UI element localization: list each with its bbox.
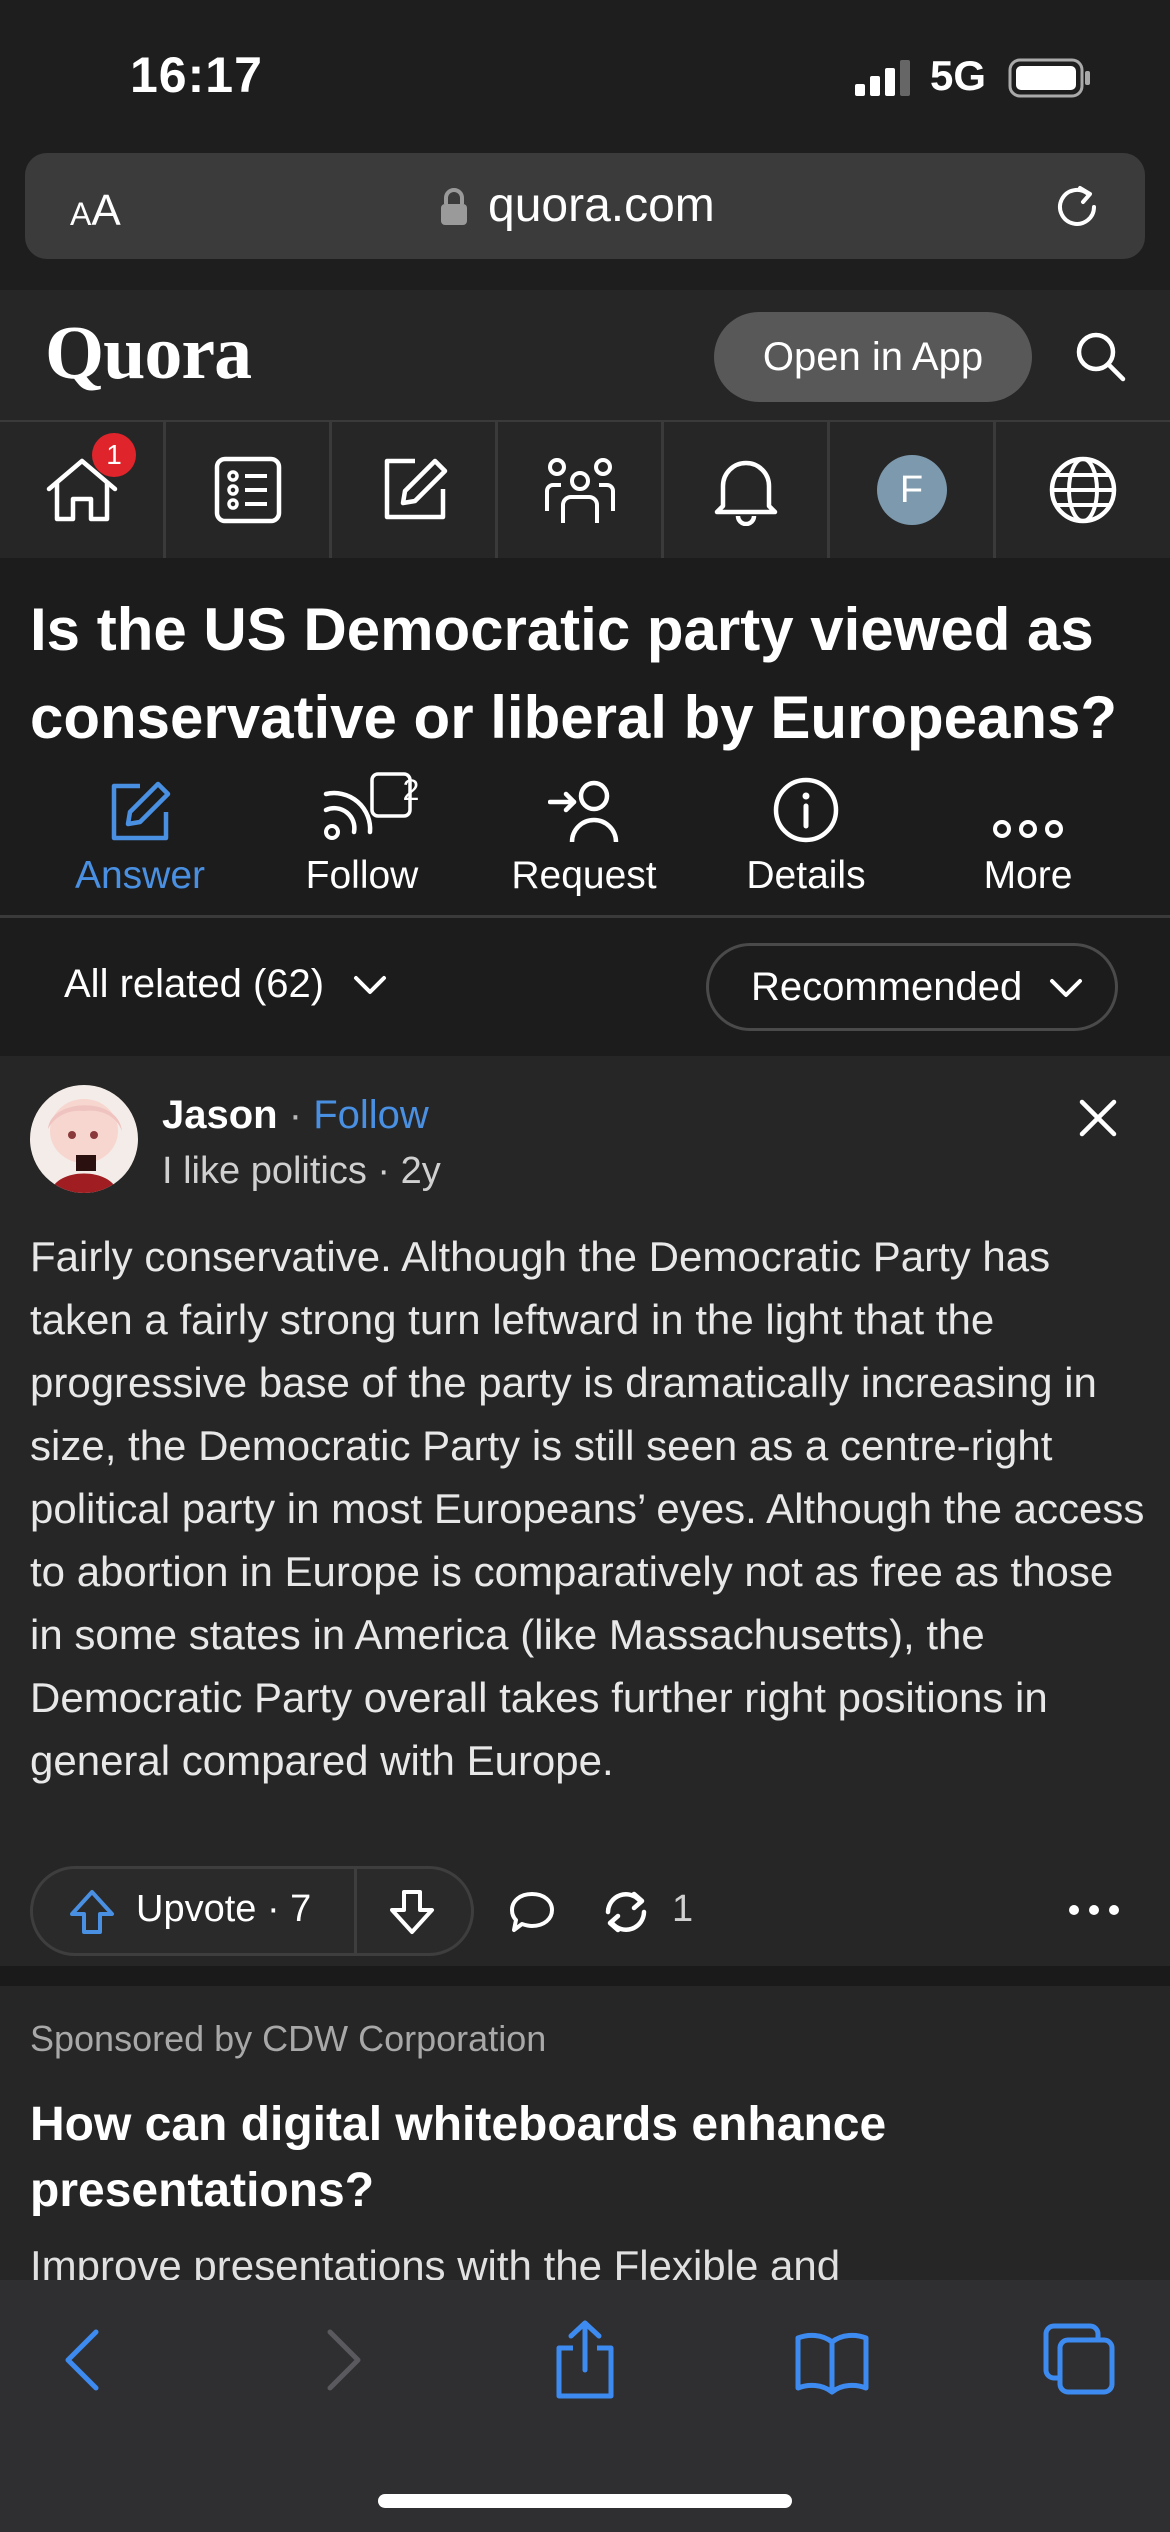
reshare-icon[interactable]: [600, 1886, 652, 1938]
upvote-button[interactable]: Upvote · 7: [136, 1888, 311, 1931]
overflow-menu-icon[interactable]: [1068, 1900, 1120, 1920]
bookmarks-icon[interactable]: [792, 2320, 872, 2400]
answer-label: Answer: [74, 854, 206, 897]
follow-label: Follow: [305, 854, 419, 897]
notification-badge: 1: [92, 433, 136, 477]
share-icon[interactable]: [545, 2320, 625, 2400]
forward-icon[interactable]: [300, 2320, 380, 2400]
more-label: More: [983, 854, 1073, 897]
battery-icon: [1008, 58, 1092, 98]
follow-count: 2: [402, 774, 420, 807]
all-related-dropdown[interactable]: All related (62): [64, 962, 387, 1007]
status-time: 16:17: [130, 47, 263, 103]
nav-notifications[interactable]: [664, 422, 830, 558]
section-separator: [0, 1966, 1170, 1986]
all-related-label: All related (62): [64, 962, 325, 1006]
downvote-arrow-icon[interactable]: [388, 1888, 436, 1936]
separator-dot: ·: [288, 1093, 303, 1137]
sort-dropdown[interactable]: Recommended: [706, 943, 1118, 1031]
author-credential: I like politics · 2y: [162, 1150, 441, 1192]
details-label: Details: [746, 854, 866, 897]
bell-icon: [711, 454, 781, 526]
nav-write[interactable]: [332, 422, 498, 558]
open-in-app-button[interactable]: Open in App: [714, 312, 1032, 402]
url-text[interactable]: quora.com: [488, 178, 715, 233]
network-type: 5G: [930, 52, 987, 99]
answer-text: Fairly conservative. Although the Democr…: [30, 1233, 1145, 1784]
home-indicator: [378, 2494, 792, 2508]
quora-logo[interactable]: Quora: [45, 310, 252, 397]
profile-avatar: F: [876, 455, 947, 525]
author-name[interactable]: Jason: [162, 1093, 278, 1137]
ad-title[interactable]: How can digital whiteboards enhance pres…: [30, 2092, 1130, 2224]
globe-icon: [1048, 455, 1118, 525]
spaces-icon: [543, 453, 617, 527]
answer-list-icon: [213, 455, 283, 525]
nav-language[interactable]: [996, 422, 1170, 558]
request-icon: [548, 778, 620, 844]
comment-icon[interactable]: [508, 1888, 556, 1936]
nav-home[interactable]: [0, 422, 166, 558]
chevron-down-icon: [1049, 978, 1083, 1000]
follow-author-link[interactable]: Follow: [313, 1093, 429, 1137]
sort-label: Recommended: [751, 965, 1023, 1009]
edit-icon: [108, 780, 172, 844]
nav-answer[interactable]: [166, 422, 332, 558]
details-button[interactable]: Details: [706, 770, 906, 898]
lock-icon: [440, 188, 468, 226]
follow-question-button[interactable]: 2 Follow: [262, 770, 462, 898]
nav-profile[interactable]: F: [830, 422, 996, 558]
reload-icon[interactable]: [1050, 180, 1104, 234]
info-icon: [772, 776, 840, 844]
request-label: Request: [511, 854, 657, 897]
close-icon[interactable]: [1078, 1098, 1118, 1138]
upvote-arrow-icon[interactable]: [68, 1888, 116, 1936]
more-icon: [992, 814, 1064, 844]
author-avatar[interactable]: [30, 1085, 138, 1193]
tabs-icon[interactable]: [1040, 2320, 1120, 2400]
question-title[interactable]: Is the US Democratic party viewed as con…: [30, 586, 1150, 762]
chevron-down-icon: [353, 975, 387, 997]
ad-body[interactable]: Improve presentations with the Flexible …: [30, 2242, 1130, 2280]
search-icon[interactable]: [1072, 328, 1128, 384]
nav-spaces[interactable]: [498, 422, 664, 558]
vote-divider: [354, 1868, 357, 1954]
back-icon[interactable]: [46, 2320, 126, 2400]
sponsored-label: Sponsored by CDW Corporation: [30, 2018, 547, 2059]
signal-icon: [855, 60, 915, 96]
reader-settings-button[interactable]: AA: [70, 186, 121, 236]
request-button[interactable]: Request: [484, 770, 684, 898]
author-line: Jason · Follow: [162, 1093, 429, 1138]
answer-button[interactable]: Answer: [40, 770, 240, 898]
more-button[interactable]: More: [928, 770, 1128, 898]
reshare-count: 1: [672, 1888, 694, 1930]
write-icon: [379, 455, 449, 525]
